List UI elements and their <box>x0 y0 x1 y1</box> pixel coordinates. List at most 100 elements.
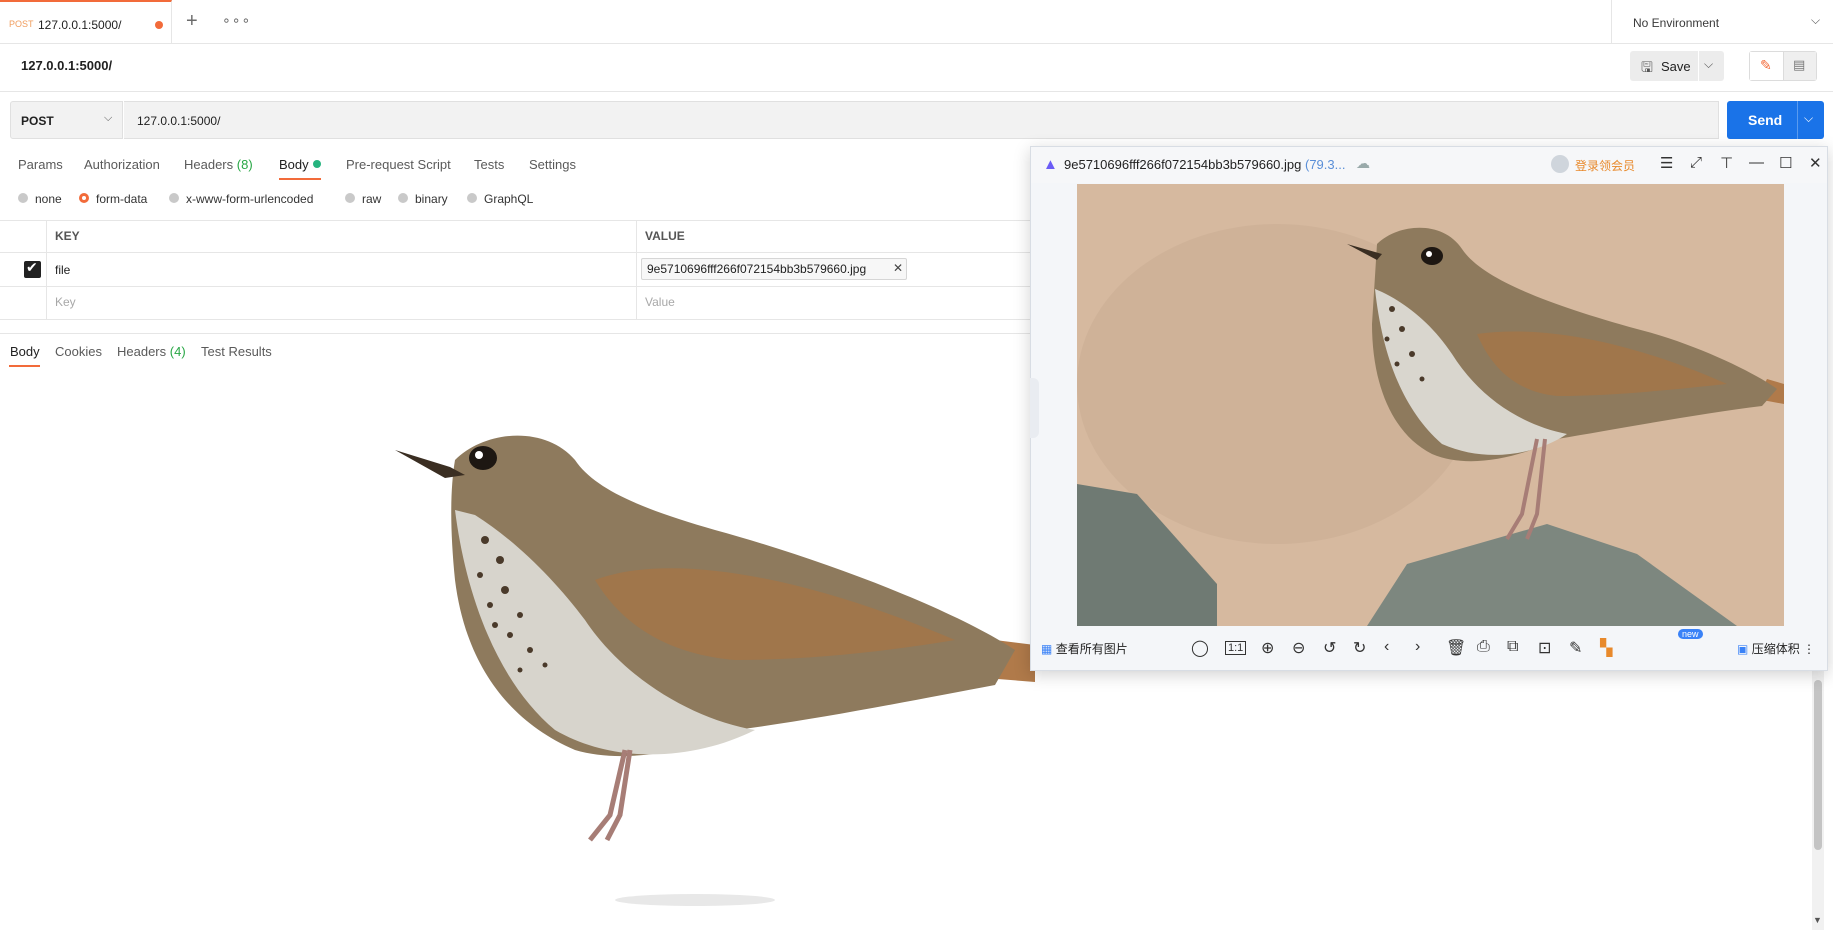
scroll-down-icon[interactable]: ▼ <box>1813 915 1822 925</box>
response-headers-count: (4) <box>169 344 186 359</box>
column-header-key: KEY <box>55 229 80 243</box>
new-tab-plus-icon[interactable]: + <box>186 10 198 33</box>
mouse-icon[interactable]: ◯ <box>1191 638 1209 658</box>
checkmark-icon: ✔ <box>26 259 38 275</box>
view-all-images-button[interactable]: ▦ 查看所有图片 <box>1041 640 1128 657</box>
avatar[interactable] <box>1551 155 1569 173</box>
response-tab-headers[interactable]: Headers (4) <box>117 344 186 359</box>
zoom-in-icon[interactable]: ⊕ <box>1261 638 1274 658</box>
response-headers-label: Headers <box>117 344 167 359</box>
new-badge: new <box>1678 629 1703 639</box>
actual-size-button[interactable]: 1:1 <box>1225 641 1247 655</box>
scrollbar-thumb[interactable] <box>1814 680 1822 850</box>
active-tab-underline <box>9 365 40 367</box>
radio-circle-icon <box>398 193 408 203</box>
compress-label: 压缩体积 <box>1751 642 1800 656</box>
send-button[interactable]: Send ⌵ <box>1727 101 1824 139</box>
minimize-icon[interactable]: — <box>1749 154 1764 171</box>
row-checkbox[interactable]: ✔ <box>24 259 41 278</box>
comments-view-button[interactable]: ▤ <box>1784 52 1816 80</box>
delete-icon[interactable]: 🗑 <box>1446 638 1466 658</box>
radio-label: form-data <box>96 192 148 206</box>
maximize-icon[interactable]: ☐ <box>1779 154 1792 172</box>
apps-icon[interactable]: ▚ <box>1600 638 1612 658</box>
comment-icon: ▤ <box>1793 57 1806 72</box>
url-value: 127.0.0.1:5000/ <box>137 114 221 128</box>
viewer-logo-icon: ▲ <box>1043 156 1058 173</box>
viewer-title-bar: ▲ 9e5710696fff266f072154bb3b579660.jpg (… <box>1031 147 1827 183</box>
tab-headers[interactable]: Headers (8) <box>184 157 253 172</box>
next-icon[interactable]: › <box>1415 638 1420 656</box>
pin-icon[interactable]: ⊤ <box>1720 154 1733 172</box>
response-tab-test-results[interactable]: Test Results <box>201 344 272 359</box>
edit-icon[interactable]: ✎ <box>1569 638 1582 658</box>
vip-login-link[interactable]: 登录领会员 <box>1575 157 1635 174</box>
active-tab-underline <box>279 178 321 180</box>
tab-title: 127.0.0.1:5000/ <box>38 18 122 32</box>
radio-label: GraphQL <box>484 192 534 206</box>
tab-pre-request-script[interactable]: Pre-request Script <box>346 157 451 172</box>
scrollbar[interactable]: ▲ ▼ <box>1812 660 1824 930</box>
key-input[interactable]: Key <box>55 295 76 309</box>
radio-label: none <box>35 192 62 206</box>
url-input[interactable]: 127.0.0.1:5000/ <box>124 101 1719 139</box>
zoom-out-icon[interactable]: ⊖ <box>1292 638 1305 658</box>
table-border <box>46 220 47 320</box>
compress-button[interactable]: ▣ 压缩体积 ⋮ <box>1737 640 1815 657</box>
request-title[interactable]: 127.0.0.1:5000/ <box>21 58 112 73</box>
response-tab-body[interactable]: Body <box>10 344 40 359</box>
value-input[interactable]: Value <box>645 295 675 309</box>
cloud-upload-icon[interactable]: ☁ <box>1356 155 1370 172</box>
response-tab-cookies[interactable]: Cookies <box>55 344 102 359</box>
tab-tests[interactable]: Tests <box>474 157 504 172</box>
chevron-down-icon[interactable]: ⌵ <box>1704 57 1713 72</box>
radio-label: binary <box>415 192 448 206</box>
remove-file-icon[interactable]: ✕ <box>893 261 903 275</box>
chevron-down-icon[interactable]: ⌵ <box>1804 111 1813 126</box>
image-viewer-window: ▲ 9e5710696fff266f072154bb3b579660.jpg (… <box>1030 146 1828 671</box>
viewer-filename: 9e5710696fff266f072154bb3b579660.jpg <box>1064 157 1302 172</box>
tab-body[interactable]: Body <box>279 157 309 172</box>
file-chip[interactable]: 9e5710696fff266f072154bb3b579660.jpg ✕ <box>641 258 907 280</box>
environment-selector[interactable]: No Environment ⌵ <box>1611 0 1833 43</box>
radio-circle-icon <box>169 193 179 203</box>
save-button[interactable]: 🖫 Save ⌵ <box>1630 51 1724 81</box>
copy-icon[interactable]: ⧉ <box>1507 638 1518 656</box>
table-border <box>0 220 1040 221</box>
previous-icon[interactable]: ‹ <box>1384 638 1389 656</box>
tab-settings[interactable]: Settings <box>529 157 576 172</box>
radio-circle-icon <box>467 193 477 203</box>
file-name: 9e5710696fff266f072154bb3b579660.jpg <box>647 262 867 276</box>
rotate-right-icon[interactable]: ↻ <box>1353 638 1366 658</box>
column-header-value: VALUE <box>645 229 685 243</box>
crop-icon[interactable]: ⊡ <box>1538 638 1551 658</box>
viewer-toolbar: ▦ 查看所有图片 ◯ 1:1 ⊕ ⊖ ↺ ↻ ‹ › 🗑 ⎙ ⧉ ⊡ ✎ ▚ n… <box>1031 627 1827 670</box>
save-icon: 🖫 <box>1641 59 1653 75</box>
unsaved-dot-icon <box>155 21 163 29</box>
radio-selected-icon <box>79 193 89 203</box>
view-toggle: ✎ ▤ <box>1749 51 1817 81</box>
request-tab[interactable]: POST 127.0.0.1:5000/ <box>0 0 172 43</box>
print-icon[interactable]: ⎙ <box>1477 638 1490 656</box>
tab-authorization[interactable]: Authorization <box>84 157 160 172</box>
compress-icon: ▣ <box>1737 642 1749 656</box>
radio-circle-icon <box>18 193 28 203</box>
method-label: POST <box>21 114 54 128</box>
pencil-icon: ✎ <box>1760 57 1772 73</box>
fullscreen-icon[interactable]: ⤢ <box>1690 154 1702 171</box>
close-icon[interactable]: ✕ <box>1809 154 1822 172</box>
menu-icon[interactable]: ☰ <box>1660 154 1673 172</box>
more-tabs-icon[interactable]: ∘∘∘ <box>222 12 251 29</box>
chevron-down-icon: ⌵ <box>1811 13 1821 27</box>
key-cell[interactable]: file <box>55 263 70 277</box>
edit-view-button[interactable]: ✎ <box>1750 52 1784 80</box>
radio-circle-icon <box>345 193 355 203</box>
divider <box>0 333 1040 334</box>
tab-params[interactable]: Params <box>18 157 63 172</box>
viewer-collapse-handle[interactable] <box>1030 378 1039 438</box>
rotate-left-icon[interactable]: ↺ <box>1323 638 1336 658</box>
method-select[interactable]: POST ⌵ <box>10 101 123 139</box>
tab-headers-label: Headers <box>184 157 234 172</box>
send-label: Send <box>1748 112 1783 128</box>
viewer-image <box>1077 184 1784 626</box>
